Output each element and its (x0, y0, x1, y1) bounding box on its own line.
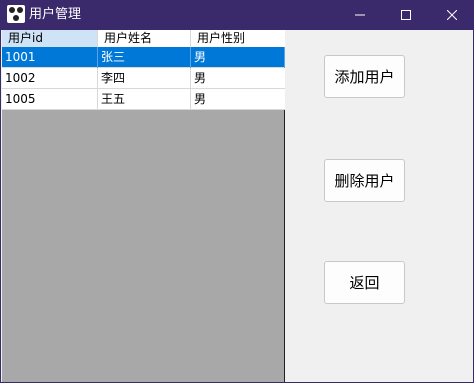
cell-user-id[interactable]: 1002 (2, 68, 98, 89)
cell-user-name[interactable]: 张三 (98, 47, 191, 68)
add-user-button[interactable]: 添加用户 (324, 55, 405, 98)
app-window: 用户管理 用户id 用户姓名 用户性别 1001 张三 男 1002 李四 男 … (0, 0, 474, 383)
window-title: 用户管理 (29, 7, 82, 22)
minimize-button[interactable] (337, 0, 383, 30)
close-icon (447, 10, 457, 20)
cell-user-name[interactable]: 王五 (98, 89, 191, 110)
title-bar[interactable]: 用户管理 (1, 0, 474, 30)
maximize-icon (401, 10, 411, 20)
cell-user-name[interactable]: 李四 (98, 68, 191, 89)
column-header-id[interactable]: 用户id (2, 30, 98, 47)
cell-user-id[interactable]: 1005 (2, 89, 98, 110)
cell-user-id[interactable]: 1001 (2, 47, 98, 68)
cell-user-gender[interactable]: 男 (191, 47, 285, 68)
back-button[interactable]: 返回 (324, 261, 405, 304)
cell-user-gender[interactable]: 男 (191, 68, 285, 89)
maximize-button[interactable] (383, 0, 429, 30)
delete-user-button[interactable]: 删除用户 (324, 159, 405, 202)
table-row[interactable]: 1002 李四 男 (2, 68, 285, 89)
app-icon (7, 5, 25, 23)
table-header: 用户id 用户姓名 用户性别 (2, 30, 285, 48)
table-row[interactable]: 1005 王五 男 (2, 89, 285, 110)
user-table[interactable]: 用户id 用户姓名 用户性别 1001 张三 男 1002 李四 男 1005 … (2, 30, 285, 382)
minimize-icon (355, 14, 365, 16)
close-button[interactable] (429, 0, 474, 30)
table-row[interactable]: 1001 张三 男 (2, 47, 285, 68)
cell-user-gender[interactable]: 男 (191, 89, 285, 110)
column-header-gender[interactable]: 用户性别 (191, 30, 285, 47)
column-header-name[interactable]: 用户姓名 (98, 30, 191, 47)
